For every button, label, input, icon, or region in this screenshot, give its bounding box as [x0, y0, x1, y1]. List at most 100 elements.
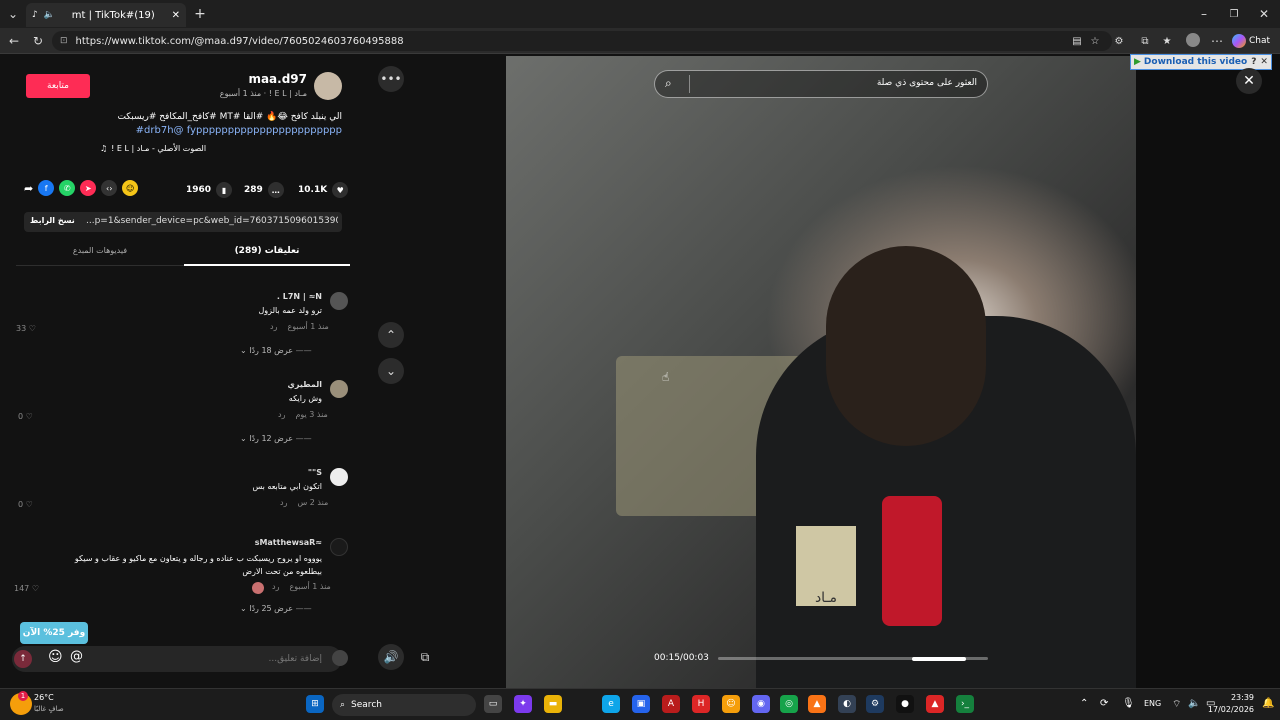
app-h-icon[interactable]: H: [692, 695, 710, 713]
tray-sync-icon[interactable]: ⟳: [1100, 698, 1108, 709]
share-arrow-icon[interactable]: ➦: [24, 182, 33, 195]
emoji-icon[interactable]: ☺: [48, 649, 63, 665]
taskbar-search-box[interactable]: ⌕ Search: [332, 694, 476, 716]
restore-icon[interactable]: ❐: [1226, 5, 1242, 23]
tray-chevron-icon[interactable]: ⌃: [1080, 698, 1088, 709]
author-username[interactable]: maa.d97: [150, 72, 307, 86]
reload-icon[interactable]: ↻: [30, 32, 46, 50]
favorite-star-icon[interactable]: ☆: [1088, 32, 1102, 50]
close-video-icon[interactable]: ✕: [1236, 68, 1262, 94]
task-view-icon[interactable]: ▭: [484, 695, 502, 713]
video-player[interactable]: مـاد ⌕ العثور على محتوى ذي صلة ☝ 00:15/0…: [506, 56, 1136, 688]
comment-likes[interactable]: 33 ♡: [16, 324, 36, 333]
view-replies-button[interactable]: ⌄ عرض 12 ردًا ——: [240, 434, 312, 443]
miniplayer-icon[interactable]: ⧉: [412, 644, 438, 670]
more-options-icon[interactable]: •••: [378, 66, 404, 92]
url-field[interactable]: ⊡ https://www.tiktok.com/@maa.d97/video/…: [52, 31, 1112, 51]
clock-time[interactable]: 23:39: [1226, 693, 1254, 702]
comment-author[interactable]: المطيري: [120, 380, 322, 389]
browser-tab[interactable]: ♪ 🔈 mt | TikTok#(19) ✕: [26, 3, 186, 27]
speaker-icon[interactable]: 🔈: [44, 10, 55, 20]
previous-video-icon[interactable]: ⌃: [378, 322, 404, 348]
reply-link[interactable]: رد: [280, 498, 287, 507]
link-value[interactable]: ...p=1&sender_device=pc&web_id=760371509…: [86, 216, 338, 226]
microphone-icon[interactable]: 🎙: [1122, 698, 1135, 709]
start-windows-icon[interactable]: ⊞: [306, 695, 324, 713]
comment-avatar[interactable]: [330, 468, 348, 486]
close-tab-icon[interactable]: ✕: [172, 10, 180, 21]
comments-stat[interactable]: 289 …: [244, 182, 284, 198]
progress-track[interactable]: [718, 656, 988, 661]
comment-author[interactable]: S"": [120, 468, 322, 477]
profile-avatar-icon[interactable]: [1186, 33, 1200, 47]
comment-likes[interactable]: 0 ♡: [18, 500, 33, 509]
follow-button[interactable]: متابعة: [26, 74, 90, 98]
close-download-icon[interactable]: ✕: [1260, 57, 1268, 67]
extensions-icon[interactable]: ⚙: [1112, 32, 1126, 50]
comment-input[interactable]: [112, 650, 322, 668]
volume-icon[interactable]: 🔊: [378, 644, 404, 670]
file-explorer-icon[interactable]: ▬: [544, 695, 562, 713]
view-replies-button[interactable]: ⌄ عرض 25 ردًا ——: [240, 604, 312, 613]
tab-comments[interactable]: (289) تعليقات: [184, 246, 350, 256]
site-info-icon[interactable]: ⊡: [60, 36, 68, 46]
mention-icon[interactable]: @: [70, 649, 83, 664]
sound-row[interactable]: الصوت الأصلي - مـاد | E L ! ♫: [100, 144, 342, 153]
comment-likes[interactable]: 0 ♡: [18, 412, 33, 421]
saves-stat[interactable]: 1960 ▮: [186, 182, 233, 198]
coin-icon[interactable]: ☺: [122, 180, 139, 196]
comment-avatar[interactable]: [330, 538, 348, 556]
copy-link-button[interactable]: نسخ الرابط: [30, 216, 75, 225]
whatsapp-icon[interactable]: ✆: [59, 180, 76, 196]
notification-bell-icon[interactable]: 🔔: [1262, 698, 1274, 709]
tab-creator-videos[interactable]: فيديوهات المبدع: [16, 246, 184, 255]
app-red-icon[interactable]: ▲: [926, 695, 944, 713]
reply-link[interactable]: رد: [270, 322, 277, 331]
close-window-icon[interactable]: ✕: [1256, 5, 1272, 23]
wifi-icon[interactable]: ⌔: [1172, 698, 1181, 711]
app-chat-icon[interactable]: ☺: [722, 695, 740, 713]
more-options-icon[interactable]: ⋯: [1210, 32, 1224, 50]
view-replies-button[interactable]: ⌄ عرض 18 ردًا ——: [240, 346, 312, 355]
facebook-icon[interactable]: f: [38, 180, 55, 196]
copilot-chat-button[interactable]: Chat: [1232, 32, 1276, 50]
back-icon[interactable]: ←: [6, 32, 22, 50]
language-indicator[interactable]: ENG: [1144, 699, 1161, 708]
related-search-bar[interactable]: ⌕ العثور على محتوى ذي صلة: [654, 70, 988, 98]
speaker-icon[interactable]: 🔈: [1188, 698, 1200, 709]
promo-badge[interactable]: وفر 25% الآن: [20, 622, 88, 644]
app-orange-icon[interactable]: ▲: [808, 695, 826, 713]
clock-date[interactable]: 17/02/2026: [1206, 705, 1254, 714]
app-a-icon[interactable]: A: [662, 695, 680, 713]
edge-browser-icon[interactable]: e: [602, 695, 620, 713]
split-screen-icon[interactable]: ⧉: [1138, 32, 1152, 50]
reply-link[interactable]: رد: [278, 410, 285, 419]
copilot-app-icon[interactable]: ✦: [514, 695, 532, 713]
help-icon[interactable]: ?: [1251, 57, 1256, 67]
tab-list-chevron-icon[interactable]: ⌄: [4, 6, 22, 22]
app-dark-icon[interactable]: ◐: [838, 695, 856, 713]
comment-author[interactable]: ≈sMatthewsaR: [120, 538, 322, 547]
comment-avatar[interactable]: [330, 380, 348, 398]
reply-link[interactable]: رد: [272, 582, 279, 591]
reader-icon[interactable]: ▤: [1070, 32, 1084, 50]
author-avatar[interactable]: [314, 72, 342, 100]
embed-icon[interactable]: ‹›: [101, 180, 118, 196]
next-video-icon[interactable]: ⌄: [378, 358, 404, 384]
post-comment-icon[interactable]: ↑: [14, 650, 32, 668]
terminal-icon[interactable]: ›_: [956, 695, 974, 713]
new-tab-icon[interactable]: +: [192, 5, 208, 23]
progress-playhead[interactable]: [912, 656, 967, 661]
caption-line-2[interactable]: drb7h@ fyppppppppppppppppppppppp#: [20, 124, 342, 138]
app-record-icon[interactable]: ●: [896, 695, 914, 713]
minimize-icon[interactable]: –: [1196, 5, 1212, 23]
send-icon[interactable]: ➤: [80, 180, 97, 196]
chrome-icon[interactable]: ◎: [780, 695, 798, 713]
comment-likes[interactable]: 147 ♡: [14, 584, 39, 593]
discord-icon[interactable]: ◉: [752, 695, 770, 713]
comment-avatar[interactable]: [330, 292, 348, 310]
favorites-icon[interactable]: ★: [1160, 32, 1174, 50]
likes-stat[interactable]: 10.1K ♥: [298, 182, 349, 198]
steam-icon[interactable]: ⚙: [866, 695, 884, 713]
app-icon[interactable]: ▣: [632, 695, 650, 713]
